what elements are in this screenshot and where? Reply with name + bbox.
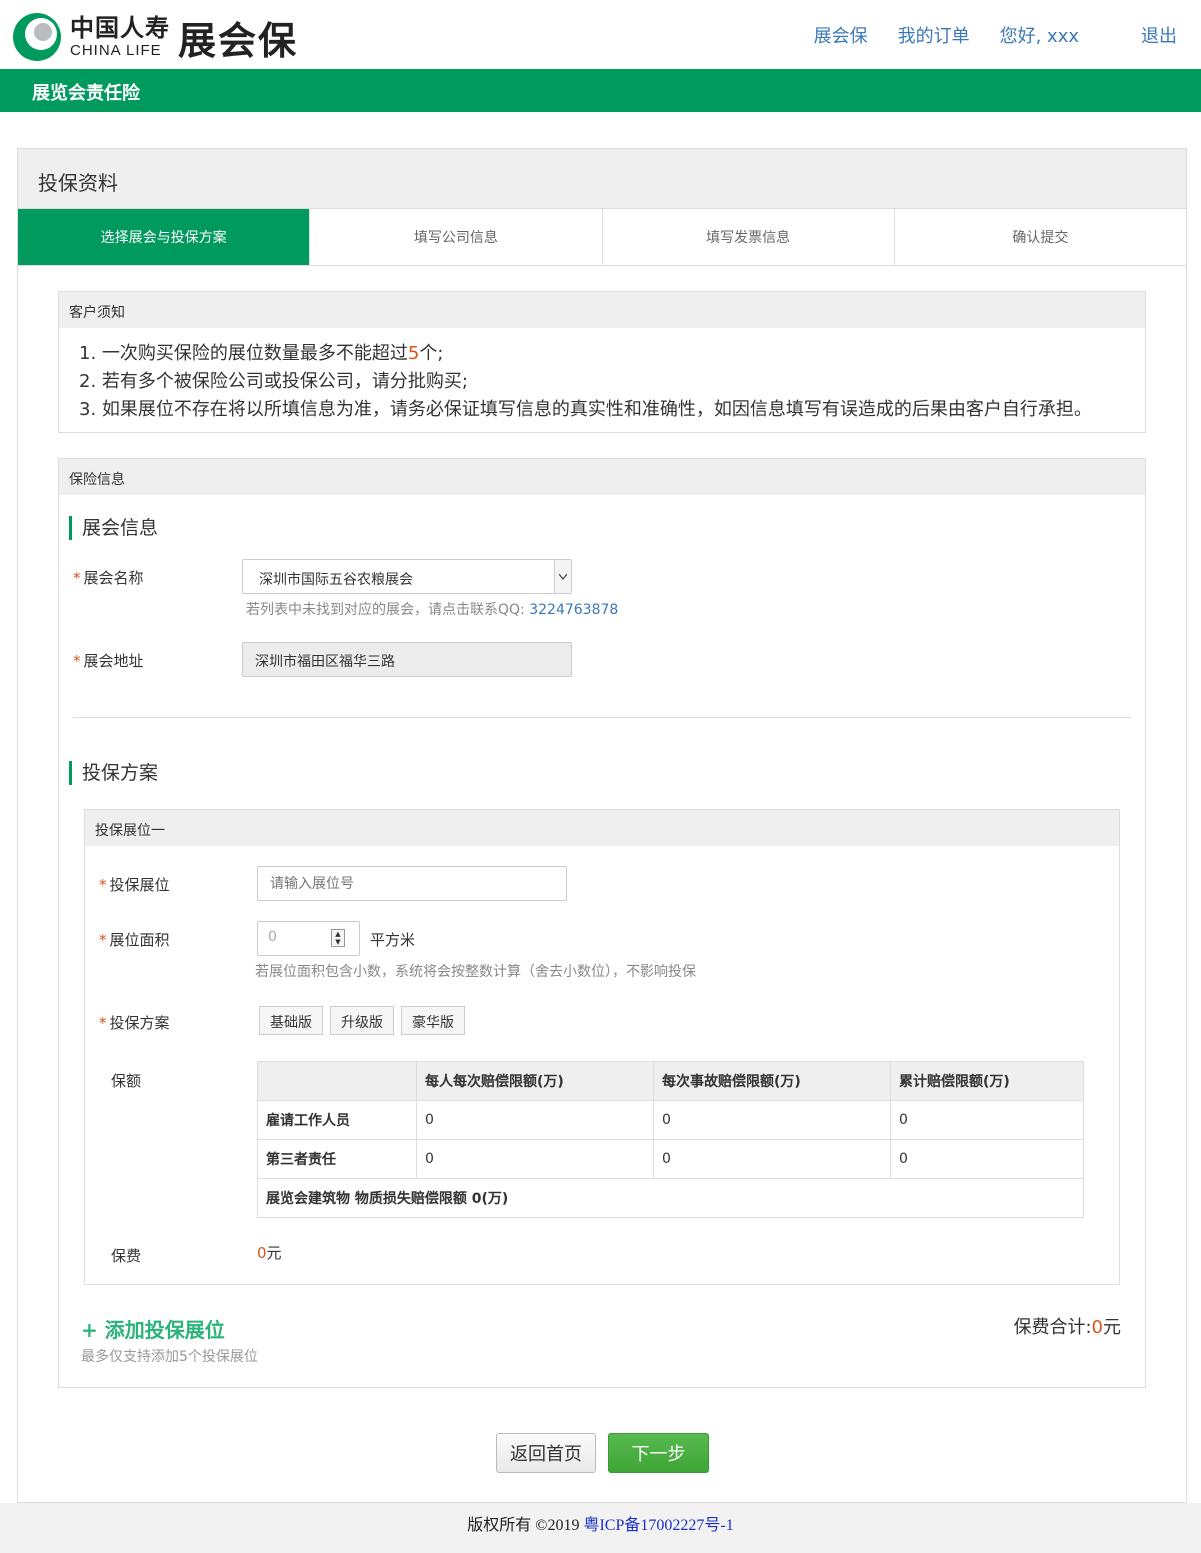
table-cell: 0 [653, 1100, 891, 1140]
step-tabs: 选择展会与投保方案 填写公司信息 填写发票信息 确认提交 [18, 209, 1186, 266]
application-panel: 投保资料 选择展会与投保方案 填写公司信息 填写发票信息 确认提交 客户须知 1… [17, 148, 1187, 1503]
step-select-exhibition[interactable]: 选择展会与投保方案 [18, 209, 311, 265]
notice-limit-number: 5 [407, 343, 420, 364]
notice-item: 2. 若有多个被保险公司或投保公司，请分批购买; [79, 371, 468, 392]
row-name: 雇请工作人员 [257, 1100, 417, 1140]
step-invoice-info[interactable]: 填写发票信息 [602, 209, 895, 265]
table-header-cell: 每次事故赔偿限额(万) [653, 1061, 891, 1101]
banner-title: 展览会责任险 [32, 83, 140, 104]
table-row: 展览会建筑物 物质损失赔偿限额 0(万) [257, 1178, 1084, 1218]
table-cell: 0 [416, 1100, 654, 1140]
insurance-info-title: 保险信息 [59, 459, 1145, 495]
booth-title: 投保展位一 [85, 810, 1119, 846]
panel-title: 投保资料 [38, 171, 118, 195]
notice-item: 1. 一次购买保险的展位数量最多不能超过5个; [79, 340, 1145, 368]
plan-luxury-button[interactable]: 豪华版 [401, 1006, 465, 1035]
area-unit: 平方米 [370, 931, 416, 949]
table-row: 雇请工作人员 0 0 0 [257, 1100, 1084, 1140]
booth-area-hint: 若展位面积包含小数，系统将会按整数计算（舍去小数位），不影响投保 [255, 964, 696, 980]
copyright-text: 版权所有 ©2019 [467, 1517, 580, 1534]
notice-line1-text: 1. 一次购买保险的展位数量最多不能超过 [79, 343, 408, 364]
table-cell: 0 [890, 1139, 1084, 1179]
add-booth-hint: 最多仅支持添加5个投保展位 [81, 1349, 258, 1365]
back-home-button[interactable]: 返回首页 [496, 1433, 596, 1473]
logo-text: 中国人寿 CHINA LIFE [70, 16, 170, 58]
logo-cn: 中国人寿 [70, 14, 170, 42]
header: 中国人寿 CHINA LIFE 展会保 展会保 我的订单 您好, xxx 退出 [0, 0, 1201, 70]
coverage-table: 每人每次赔偿限额(万) 每次事故赔偿限额(万) 累计赔偿限额(万) 雇请工作人员… [257, 1061, 1084, 1218]
footer: 版权所有 ©2019 粤ICP备17002227号-1 [0, 1503, 1201, 1553]
nav-my-orders[interactable]: 我的订单 [898, 22, 970, 48]
fee-label: 保费 [111, 1247, 142, 1265]
china-life-logo-icon [12, 12, 62, 62]
notice-list: 1. 一次购买保险的展位数量最多不能超过5个; 2. 若有多个被保险公司或投保公… [59, 328, 1145, 424]
step-company-info[interactable]: 填写公司信息 [310, 209, 603, 265]
table-cell: 0 [653, 1139, 891, 1179]
coverage-label: 保额 [111, 1072, 142, 1090]
section-divider [73, 717, 1131, 718]
booth-area-value: 0 [268, 929, 277, 945]
step-confirm-submit[interactable]: 确认提交 [894, 209, 1186, 265]
nav-logout[interactable]: 退出 [1141, 22, 1177, 48]
plan-basic-button[interactable]: 基础版 [259, 1006, 323, 1035]
plan-upgrade-button[interactable]: 升级版 [330, 1006, 394, 1035]
exhibition-name-value: 深圳市国际五谷农粮展会 [259, 572, 413, 588]
exhibition-name-hint: 若列表中未找到对应的展会，请点击联系QQ: 3224763878 [246, 602, 619, 618]
logo-en: CHINA LIFE [70, 42, 162, 59]
table-header-cell: 每人每次赔偿限额(万) [416, 1061, 654, 1101]
exhibition-address-field: 深圳市福田区福华三路 [242, 642, 572, 677]
row-name: 第三者责任 [257, 1139, 417, 1179]
notice-line1-suffix: 个; [419, 343, 444, 364]
booth-number-input[interactable] [257, 866, 567, 901]
customer-notice: 客户须知 1. 一次购买保险的展位数量最多不能超过5个; 2. 若有多个被保险公… [58, 291, 1146, 433]
total-fee: 保费合计:0元 [1013, 1317, 1121, 1338]
table-row: 第三者责任 0 0 0 [257, 1139, 1084, 1179]
table-header-cell: 累计赔偿限额(万) [890, 1061, 1084, 1101]
notice-title: 客户须知 [59, 292, 1145, 328]
booth-box: 投保展位一 *投保展位 *展位面积 0 ▲▼ 平方米 若展位面积包含小数，系统将… [84, 809, 1120, 1285]
booth-area-stepper[interactable]: 0 ▲ ▼ [257, 921, 360, 956]
fee-value: 0元 [257, 1244, 282, 1262]
banner: 展览会责任险 [0, 69, 1201, 112]
exhibition-name-select[interactable]: 深圳市国际五谷农粮展会 [242, 559, 572, 594]
exhibition-address-label: * 展会地址 [73, 652, 144, 670]
building-coverage: 展览会建筑物 物质损失赔偿限额 0(万) [257, 1178, 1084, 1218]
panel-header: 投保资料 [18, 149, 1186, 209]
add-booth-button[interactable]: + 添加投保展位 [81, 1314, 225, 1343]
plan-label: * 投保方案 [99, 1014, 170, 1032]
icp-link[interactable]: 粤ICP备17002227号-1 [583, 1517, 733, 1534]
next-step-button[interactable]: 下一步 [608, 1433, 709, 1473]
exhibition-name-label: * 展会名称 [73, 569, 144, 587]
chevron-down-icon[interactable] [554, 560, 571, 593]
top-nav: 展会保 我的订单 您好, xxx 退出 [814, 22, 1177, 48]
exhibition-section-title: 展会信息 [69, 516, 158, 540]
table-cell: 0 [416, 1139, 654, 1179]
qq-contact-link[interactable]: 3224763878 [529, 602, 618, 618]
notice-item: 3. 如果展位不存在将以所填信息为准，请务必保证填写信息的真实性和准确性，如因信… [79, 399, 1092, 420]
nav-user-greeting[interactable]: 您好, xxx [1000, 22, 1079, 48]
plan-section-title: 投保方案 [69, 761, 158, 785]
table-header-row: 每人每次赔偿限额(万) 每次事故赔偿限额(万) 累计赔偿限额(万) [257, 1061, 1084, 1101]
booth-label: * 投保展位 [99, 876, 170, 894]
table-cell: 0 [890, 1100, 1084, 1140]
product-name: 展会保 [178, 18, 299, 63]
booth-area-label: * 展位面积 [99, 931, 170, 949]
nav-exhibition-insurance[interactable]: 展会保 [814, 22, 868, 48]
logo[interactable]: 中国人寿 CHINA LIFE 展会保 [12, 12, 299, 63]
table-header-cell [257, 1061, 417, 1101]
insurance-info: 保险信息 展会信息 * 展会名称 深圳市国际五谷农粮展会 若列表中未找到对应的展会… [58, 458, 1146, 1388]
spinner-arrows-icon[interactable]: ▲ ▼ [331, 929, 345, 947]
